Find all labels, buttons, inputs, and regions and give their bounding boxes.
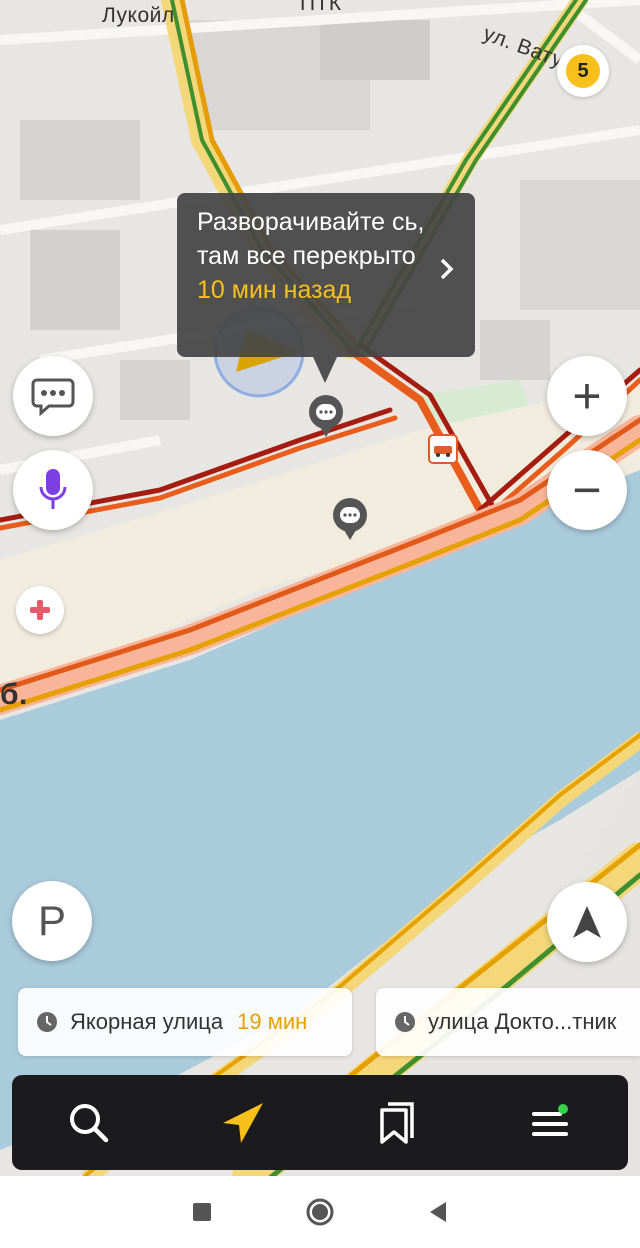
tooltip-time: 10 мин назад xyxy=(197,276,352,304)
search-icon xyxy=(70,1103,109,1142)
system-navigation-bar xyxy=(0,1176,640,1248)
destination-name: Якорная улица xyxy=(70,1009,224,1034)
chat-bubble-icon xyxy=(340,507,360,523)
road-events-button[interactable] xyxy=(13,356,93,436)
traffic-level-value: 5 xyxy=(566,54,600,88)
medical-button[interactable] xyxy=(16,586,64,634)
voice-assistant-button[interactable] xyxy=(13,450,93,530)
road-event-chat-marker[interactable] xyxy=(309,395,343,437)
accident-icon xyxy=(434,446,452,457)
map-label-ptk: ПТК xyxy=(300,0,342,15)
clock-icon xyxy=(395,1012,415,1032)
destination-name: улица Докто...тник xyxy=(428,1009,617,1034)
traffic-level-badge[interactable]: 5 xyxy=(557,45,609,97)
chevron-right-icon xyxy=(440,258,454,280)
compass-arrow-icon xyxy=(573,906,601,938)
bookmarks-icon xyxy=(380,1101,414,1144)
my-location-button[interactable] xyxy=(547,882,627,962)
microphone-icon xyxy=(39,469,67,509)
bottom-tab-bar xyxy=(12,1075,628,1170)
bookmarks-tab[interactable] xyxy=(357,1083,437,1163)
home-icon[interactable] xyxy=(306,1198,334,1226)
map-label-embankment: б. xyxy=(0,678,28,711)
road-event-tooltip[interactable]: Разворачивайте сь, там все перекрыто 10 … xyxy=(177,193,475,357)
menu-tab[interactable] xyxy=(511,1083,591,1163)
back-icon[interactable] xyxy=(428,1201,448,1223)
notification-dot xyxy=(558,1103,568,1114)
parking-label: P xyxy=(37,897,66,944)
chat-bubble-icon xyxy=(316,404,336,420)
tooltip-message: Разворачивайте сь, там все перекрыто xyxy=(197,208,425,270)
menu-icon xyxy=(532,1103,568,1136)
clock-icon xyxy=(37,1012,57,1032)
map-label-lukoil: Лукойл xyxy=(102,4,175,27)
destination-eta: 19 мин xyxy=(237,1009,308,1034)
map-view[interactable]: Лукойл ПТК ул. Ватутина б. 5 Разворачива… xyxy=(0,0,640,1176)
roadworks-marker[interactable] xyxy=(428,434,458,464)
destination-chip-2[interactable]: улица Докто...тник xyxy=(376,988,640,1056)
chat-icon xyxy=(31,378,75,416)
zoom-in-button[interactable]: + xyxy=(547,356,627,436)
destination-chip-1[interactable]: Якорная улица 19 мин xyxy=(18,988,352,1056)
search-tab[interactable] xyxy=(49,1083,129,1163)
road-event-chat-marker-2[interactable] xyxy=(333,498,367,540)
zoom-out-label: − xyxy=(572,462,602,518)
navigation-tab[interactable] xyxy=(203,1083,283,1163)
medical-cross-icon xyxy=(30,600,50,620)
tooltip-tail xyxy=(313,357,337,383)
zoom-out-button[interactable]: − xyxy=(547,450,627,530)
recent-apps-icon[interactable] xyxy=(192,1202,212,1222)
zoom-in-label: + xyxy=(572,368,602,424)
parking-button[interactable]: P xyxy=(12,881,92,961)
navigation-arrow-icon xyxy=(223,1102,263,1143)
